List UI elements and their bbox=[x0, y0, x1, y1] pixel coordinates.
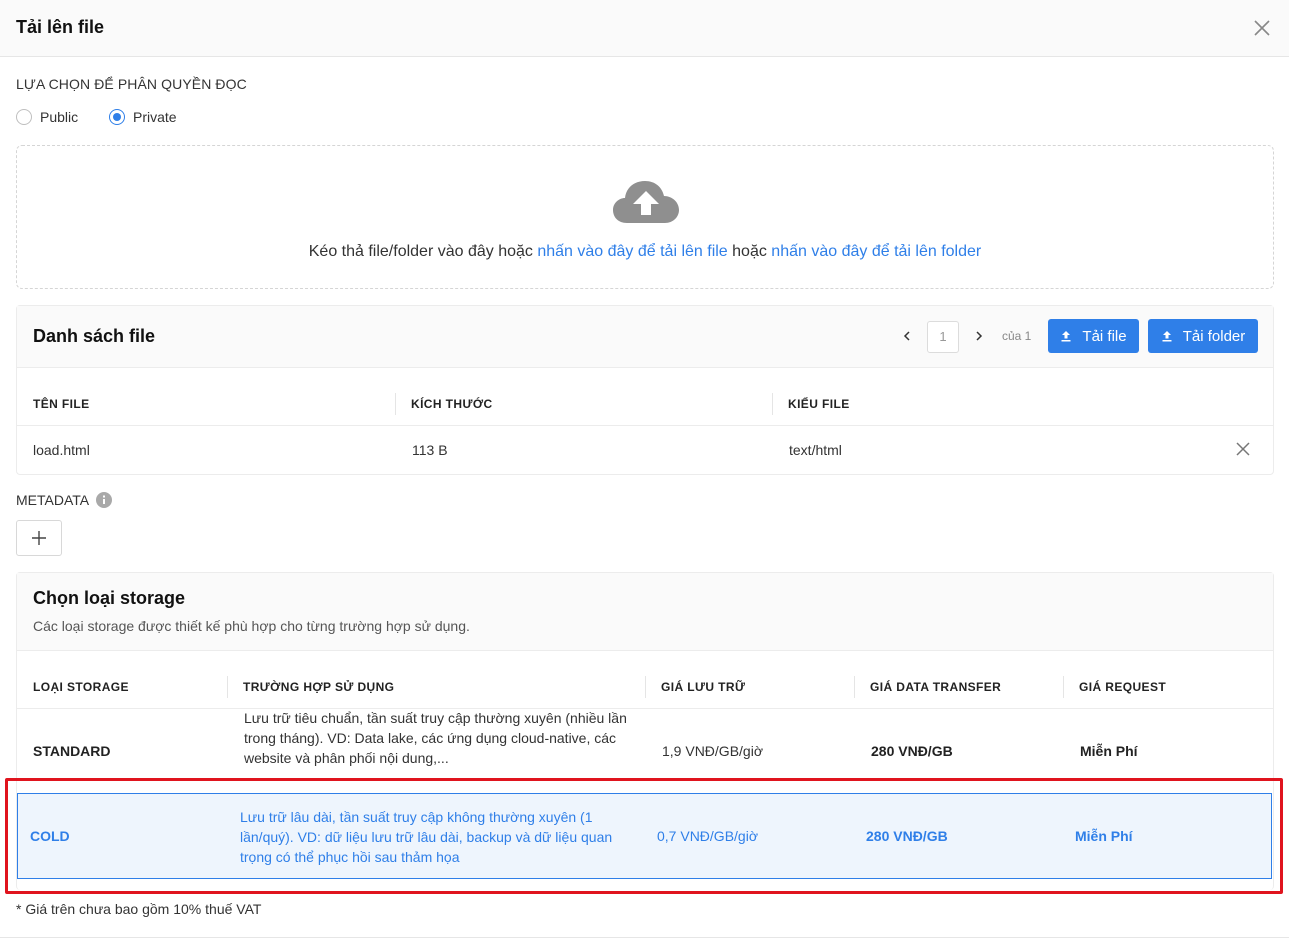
column-header-file-name: TÊN FILE bbox=[33, 397, 90, 411]
radio-private-circle[interactable] bbox=[109, 109, 125, 125]
file-list-title: Danh sách file bbox=[33, 326, 156, 346]
chevron-right-icon[interactable] bbox=[971, 328, 987, 344]
column-divider bbox=[854, 676, 855, 698]
column-divider bbox=[772, 393, 773, 415]
dropzone-text-prefix: Kéo thả file/folder vào đây hoặc bbox=[308, 243, 538, 260]
column-divider bbox=[645, 676, 646, 698]
upload-folder-link[interactable]: nhấn vào đây để tải lên folder bbox=[771, 243, 981, 260]
plus-icon bbox=[32, 531, 46, 545]
file-list-header: Danh sách file 1 của 1 Tải file Tải fold… bbox=[17, 306, 1273, 368]
radio-public-label: Public bbox=[40, 109, 79, 125]
storage-type-standard[interactable]: STANDARD bbox=[33, 743, 111, 759]
storage-title: Chọn loại storage bbox=[33, 588, 186, 608]
radio-public[interactable]: Public bbox=[16, 108, 78, 126]
chevron-left-icon[interactable] bbox=[899, 328, 915, 344]
close-icon[interactable] bbox=[1250, 16, 1274, 40]
dropzone-text: Kéo thả file/folder vào đây hoặc nhấn và… bbox=[17, 243, 1273, 261]
file-name-cell: load.html bbox=[33, 442, 90, 458]
file-size-cell: 113 B bbox=[412, 442, 448, 458]
file-type-cell: text/html bbox=[789, 442, 842, 458]
upload-file-button[interactable]: Tải file bbox=[1048, 319, 1139, 353]
column-divider bbox=[1063, 676, 1064, 698]
transfer-price-standard[interactable]: 280 VNĐ/GB bbox=[871, 743, 953, 759]
column-header-storage-price: GIÁ LƯU TRỮ bbox=[661, 680, 746, 694]
remove-file-icon[interactable] bbox=[1235, 441, 1251, 457]
footer-divider bbox=[0, 937, 1289, 938]
use-case-standard[interactable]: Lưu trữ tiêu chuẩn, tần suất truy cập th… bbox=[244, 708, 644, 779]
column-divider bbox=[395, 393, 396, 415]
column-divider bbox=[227, 676, 228, 698]
column-header-request-price: GIÁ REQUEST bbox=[1079, 680, 1167, 694]
info-icon[interactable] bbox=[96, 492, 112, 508]
radio-public-circle[interactable] bbox=[16, 109, 32, 125]
storage-price-standard[interactable]: 1,9 VNĐ/GB/giờ bbox=[662, 743, 763, 759]
radio-private-label: Private bbox=[133, 109, 177, 125]
selection-highlight-box bbox=[5, 778, 1283, 894]
table-divider bbox=[17, 425, 1273, 426]
dialog-header: Tải lên file bbox=[0, 0, 1289, 57]
page-number-input[interactable]: 1 bbox=[927, 321, 959, 353]
dropzone-text-middle: hoặc bbox=[727, 243, 772, 260]
upload-dropzone[interactable]: Kéo thả file/folder vào đây hoặc nhấn và… bbox=[16, 145, 1274, 289]
column-header-storage-type: LOẠI STORAGE bbox=[33, 680, 129, 694]
column-header-use-case: TRƯỜNG HỢP SỬ DỤNG bbox=[243, 680, 395, 694]
page-total: của 1 bbox=[1002, 329, 1032, 343]
upload-icon bbox=[1162, 331, 1172, 342]
request-price-standard[interactable]: Miễn Phí bbox=[1080, 743, 1138, 759]
table-divider bbox=[17, 708, 1273, 709]
upload-folder-button[interactable]: Tải folder bbox=[1148, 319, 1258, 353]
upload-file-link[interactable]: nhấn vào đây để tải lên file bbox=[537, 243, 727, 260]
file-list-card: Danh sách file 1 của 1 Tải file Tải fold… bbox=[16, 305, 1274, 475]
dialog-title: Tải lên file bbox=[16, 17, 105, 37]
metadata-label: METADATA bbox=[16, 492, 90, 508]
add-metadata-button[interactable] bbox=[16, 520, 62, 556]
storage-header: Chọn loại storage Các loại storage được … bbox=[17, 573, 1273, 651]
vat-note: * Giá trên chưa bao gồm 10% thuế VAT bbox=[16, 901, 262, 917]
upload-folder-button-label: Tải folder bbox=[1182, 327, 1246, 345]
storage-subtitle: Các loại storage được thiết kế phù hợp c… bbox=[33, 618, 470, 634]
radio-private[interactable]: Private bbox=[109, 108, 177, 126]
column-header-size: KÍCH THƯỚC bbox=[411, 397, 493, 411]
cloud-upload-icon bbox=[613, 181, 679, 223]
column-header-transfer-price: GIÁ DATA TRANSFER bbox=[870, 680, 1002, 694]
permission-label: LỰA CHỌN ĐỂ PHÂN QUYỀN ĐỌC bbox=[16, 76, 247, 92]
upload-file-button-label: Tải file bbox=[1082, 327, 1127, 345]
upload-icon bbox=[1061, 331, 1071, 342]
column-header-file-type: KIỂU FILE bbox=[788, 397, 850, 411]
